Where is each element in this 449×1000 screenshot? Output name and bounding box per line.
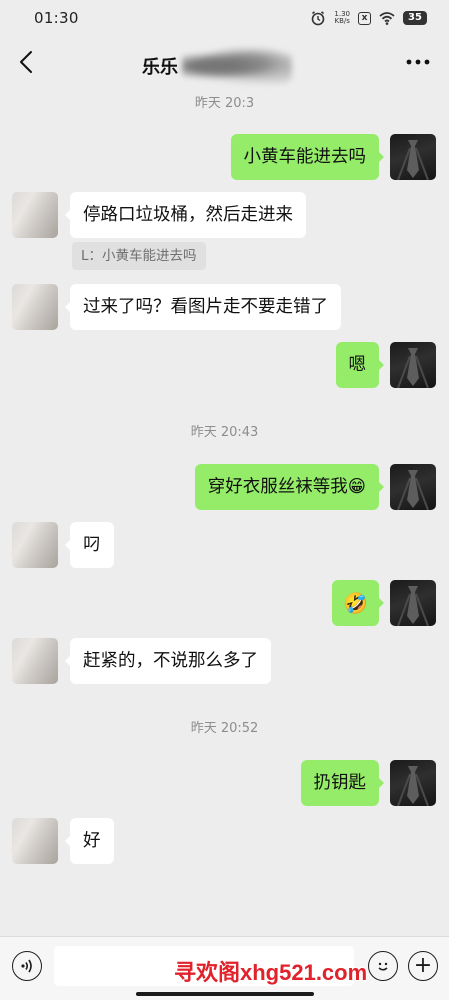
status-time: 01:30 [34,9,79,27]
voice-icon [21,959,32,973]
tie-icon [397,348,429,388]
home-indicator[interactable] [136,992,314,996]
net-speed-unit: KB/s [334,17,350,25]
message-bubble-incoming[interactable]: 叼 [65,522,114,568]
chat-title-wrap: 乐乐 [142,48,292,84]
redacted-name-blur [182,48,292,84]
alarm-icon [312,11,325,26]
chat-header: 乐乐 [0,36,449,88]
more-button[interactable] [405,50,431,74]
my-avatar[interactable] [390,760,436,806]
my-avatar[interactable] [390,580,436,626]
plus-button[interactable]: + [408,951,438,981]
voice-button[interactable] [12,951,42,981]
emoji-icon [378,962,388,971]
my-avatar[interactable] [390,342,436,388]
timestamp: 昨天 20:52 [190,721,259,736]
my-avatar[interactable] [390,464,436,510]
contact-avatar[interactable] [12,638,58,684]
net-speed: 1.30 KB/s [334,11,350,25]
message-bubble-incoming[interactable]: 停路口垃圾桶，然后走进来 [65,192,306,238]
contact-avatar[interactable] [12,192,58,238]
contact-avatar[interactable] [12,522,58,568]
battery-icon: 35 [403,11,427,25]
quote-reply-chip[interactable]: L：小黄车能进去吗 [72,242,206,270]
message-bubble-incoming[interactable]: 赶紧的，不说那么多了 [65,638,271,684]
chat-title: 乐乐 [142,57,178,78]
emoji-button[interactable] [368,951,398,981]
contact-avatar[interactable] [12,284,58,330]
message-bubble-outgoing[interactable]: 嗯 [335,342,384,388]
back-button[interactable] [14,48,38,76]
tie-icon [397,470,429,510]
status-icons: 1.30 KB/s x 35 [310,10,427,26]
tie-icon [397,140,429,180]
message-bubble-outgoing[interactable]: 穿好衣服丝袜等我😁 [194,464,385,510]
message-bubble-incoming[interactable]: 好 [65,818,114,864]
contact-avatar[interactable] [12,818,58,864]
tie-icon [397,586,429,626]
message-bubble-outgoing-emoji[interactable]: 🤣 [332,580,384,626]
message-bubble-outgoing[interactable]: 扔钥匙 [300,760,384,806]
wifi-icon [379,12,395,25]
message-input[interactable] [54,946,354,986]
message-bubble-outgoing[interactable]: 小黄车能进去吗 [230,134,384,180]
input-bar: + [0,936,449,1000]
status-bar: 01:30 1.30 KB/s x 35 [0,0,449,36]
timestamp: 昨天 20:43 [190,425,259,440]
timestamp: 昨天 20:3 [194,96,255,111]
message-bubble-incoming[interactable]: 过来了吗？看图片走不要走错了 [65,284,341,330]
tie-icon [397,766,429,806]
more-icon [406,59,430,65]
chevron-left-icon [20,51,32,73]
x-badge-icon: x [358,11,371,25]
my-avatar[interactable] [390,134,436,180]
